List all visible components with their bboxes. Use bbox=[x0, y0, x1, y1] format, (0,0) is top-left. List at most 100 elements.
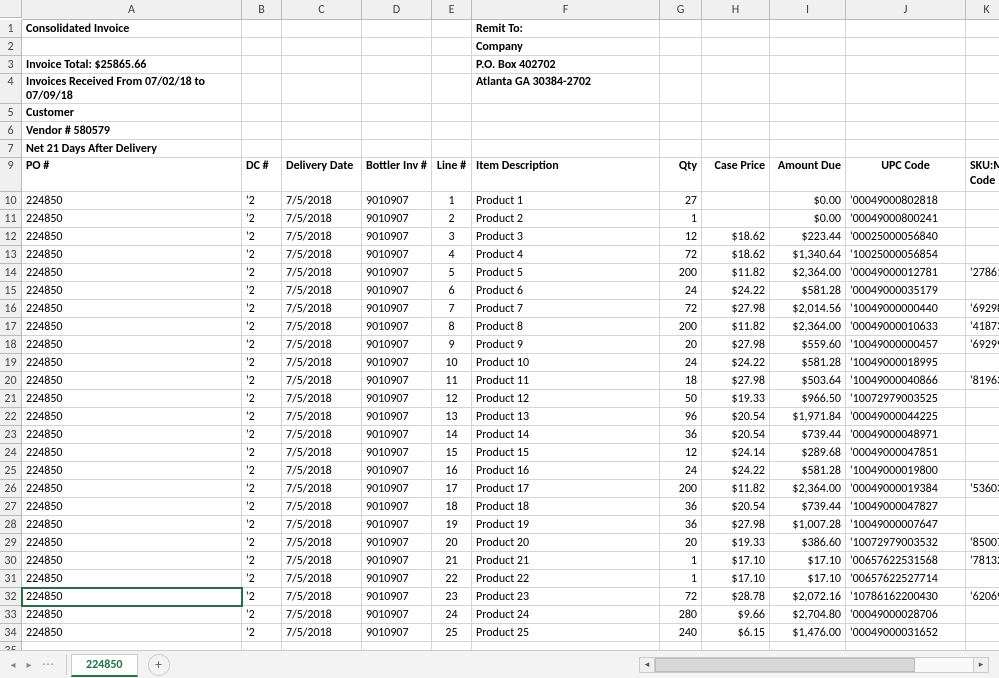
cell[interactable]: $24.22 bbox=[702, 282, 770, 300]
cell[interactable]: $28.78 bbox=[702, 588, 770, 606]
cell[interactable]: Case Price bbox=[702, 158, 770, 192]
cell[interactable] bbox=[846, 104, 966, 122]
col-header[interactable]: I bbox=[770, 0, 846, 20]
cell[interactable]: 9010907 bbox=[362, 282, 432, 300]
row-header[interactable]: 6 bbox=[0, 122, 22, 140]
cell[interactable]: '2 bbox=[242, 192, 282, 210]
cell[interactable]: 7/5/2018 bbox=[282, 570, 362, 588]
cell[interactable]: 21 bbox=[432, 552, 472, 570]
cell[interactable]: $17.10 bbox=[770, 552, 846, 570]
cell[interactable]: Customer bbox=[22, 104, 242, 122]
row-header[interactable]: 9 bbox=[0, 158, 22, 192]
cell[interactable]: 9010907 bbox=[362, 588, 432, 606]
cell[interactable]: '00657622531568 bbox=[846, 552, 966, 570]
cell[interactable]: $581.28 bbox=[770, 354, 846, 372]
cell[interactable] bbox=[22, 38, 242, 56]
cell[interactable]: 25 bbox=[432, 624, 472, 642]
cell[interactable] bbox=[770, 74, 846, 104]
cell[interactable]: '2 bbox=[242, 624, 282, 642]
cell[interactable]: 3 bbox=[432, 228, 472, 246]
cell[interactable]: 23 bbox=[432, 588, 472, 606]
cell[interactable]: '2 bbox=[242, 318, 282, 336]
cell[interactable]: Product 20 bbox=[472, 534, 660, 552]
cell[interactable]: 96 bbox=[660, 408, 702, 426]
cell[interactable]: PO # bbox=[22, 158, 242, 192]
cell[interactable]: '00049000047851 bbox=[846, 444, 966, 462]
cell[interactable]: 11 bbox=[432, 372, 472, 390]
col-header[interactable]: E bbox=[432, 0, 472, 20]
cell[interactable]: 224850 bbox=[22, 498, 242, 516]
cell[interactable]: 7/5/2018 bbox=[282, 480, 362, 498]
cell[interactable]: '8196324 bbox=[966, 372, 999, 390]
cell[interactable]: '00049000028706 bbox=[846, 606, 966, 624]
cell[interactable]: 7/5/2018 bbox=[282, 210, 362, 228]
cell[interactable]: '10049000040866 bbox=[846, 372, 966, 390]
cell[interactable]: 17 bbox=[432, 480, 472, 498]
cell[interactable]: 9010907 bbox=[362, 606, 432, 624]
row-header[interactable]: 35 bbox=[0, 642, 22, 650]
cell[interactable]: Amount Due bbox=[770, 158, 846, 192]
cell[interactable] bbox=[770, 38, 846, 56]
col-header[interactable]: K bbox=[966, 0, 999, 20]
cell[interactable]: 14 bbox=[432, 426, 472, 444]
cell[interactable] bbox=[660, 642, 702, 650]
cell[interactable]: '10049000000457 bbox=[846, 336, 966, 354]
cell[interactable]: $0.00 bbox=[770, 210, 846, 228]
cell[interactable] bbox=[966, 462, 999, 480]
cell[interactable]: '10786162200430 bbox=[846, 588, 966, 606]
cell[interactable]: Atlanta GA 30384-2702 bbox=[472, 74, 660, 104]
cell[interactable]: 4 bbox=[432, 246, 472, 264]
cell[interactable]: '00049000035179 bbox=[846, 282, 966, 300]
cell[interactable]: Product 9 bbox=[472, 336, 660, 354]
cell[interactable]: '00049000048971 bbox=[846, 426, 966, 444]
cell[interactable]: Product 5 bbox=[472, 264, 660, 282]
cell[interactable] bbox=[242, 642, 282, 650]
cell[interactable]: 12 bbox=[432, 390, 472, 408]
cell[interactable]: 9010907 bbox=[362, 516, 432, 534]
cell[interactable]: Product 11 bbox=[472, 372, 660, 390]
tab-prev-icon[interactable]: ▸ bbox=[22, 657, 36, 673]
cell[interactable]: 7/5/2018 bbox=[282, 246, 362, 264]
cell[interactable]: Product 1 bbox=[472, 192, 660, 210]
cell[interactable]: '2786127 bbox=[966, 264, 999, 282]
horizontal-scrollbar[interactable]: ◂ ▸ bbox=[639, 657, 989, 673]
col-header[interactable]: J bbox=[846, 0, 966, 20]
cell[interactable]: Product 8 bbox=[472, 318, 660, 336]
cell[interactable]: '2 bbox=[242, 480, 282, 498]
row-header[interactable]: 16 bbox=[0, 300, 22, 318]
cell[interactable]: '6929863 bbox=[966, 300, 999, 318]
cell[interactable]: 7/5/2018 bbox=[282, 552, 362, 570]
row-header[interactable]: 28 bbox=[0, 516, 22, 534]
cell[interactable]: 12 bbox=[660, 444, 702, 462]
cell[interactable]: '8500704 bbox=[966, 534, 999, 552]
cell[interactable]: 7/5/2018 bbox=[282, 264, 362, 282]
cell[interactable]: $24.22 bbox=[702, 354, 770, 372]
cell[interactable] bbox=[966, 74, 999, 104]
cell[interactable]: UPC Code bbox=[846, 158, 966, 192]
cell[interactable]: 224850 bbox=[22, 444, 242, 462]
cell[interactable]: 224850 bbox=[22, 192, 242, 210]
cell[interactable]: '2 bbox=[242, 426, 282, 444]
cell[interactable]: 9010907 bbox=[362, 318, 432, 336]
row-header[interactable]: 2 bbox=[0, 38, 22, 56]
cell[interactable]: 22 bbox=[432, 570, 472, 588]
cell[interactable] bbox=[702, 122, 770, 140]
cell[interactable]: Product 18 bbox=[472, 498, 660, 516]
cell[interactable]: '10049000007647 bbox=[846, 516, 966, 534]
cell[interactable] bbox=[660, 104, 702, 122]
cell[interactable]: 7/5/2018 bbox=[282, 318, 362, 336]
cell[interactable]: Remit To: bbox=[472, 20, 660, 38]
cell[interactable]: $0.00 bbox=[770, 192, 846, 210]
col-header[interactable]: A bbox=[22, 0, 242, 20]
cell[interactable] bbox=[282, 140, 362, 158]
row-header[interactable]: 14 bbox=[0, 264, 22, 282]
cell[interactable]: Product 4 bbox=[472, 246, 660, 264]
cell[interactable] bbox=[846, 140, 966, 158]
cell[interactable] bbox=[966, 228, 999, 246]
cell[interactable]: 7/5/2018 bbox=[282, 534, 362, 552]
cell[interactable]: 72 bbox=[660, 300, 702, 318]
cell[interactable]: $17.10 bbox=[702, 570, 770, 588]
cell[interactable]: $19.33 bbox=[702, 534, 770, 552]
cell[interactable] bbox=[966, 606, 999, 624]
cell[interactable]: 7/5/2018 bbox=[282, 390, 362, 408]
